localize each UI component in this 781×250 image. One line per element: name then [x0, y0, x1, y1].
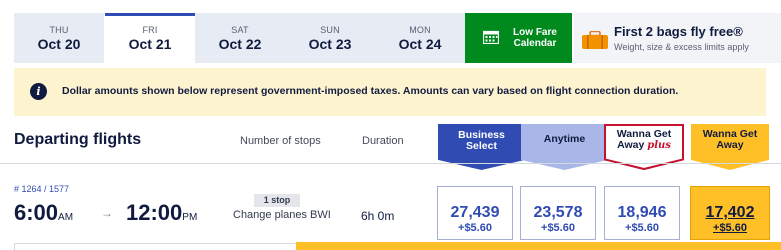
- fare-option-anytime[interactable]: 23,578 +$5.60: [520, 186, 596, 240]
- fare-header-wanna-line1: Wanna Get: [702, 128, 758, 140]
- date-tab-date: Oct 21: [128, 36, 172, 52]
- fare-header-business-line1: Business: [458, 129, 505, 141]
- flight-number[interactable]: # 1264 / 1577: [14, 184, 69, 194]
- date-tab-oct-22[interactable]: SAT Oct 22: [195, 13, 285, 63]
- date-tab-oct-21[interactable]: FRI Oct 21: [105, 13, 195, 63]
- fare-option-wanna-get-away[interactable]: 17,402 +$5.60: [690, 186, 770, 240]
- next-row-outline: [14, 243, 296, 250]
- fare-tax: +$5.60: [541, 222, 575, 234]
- stops-column-header[interactable]: Number of stops: [240, 135, 321, 147]
- fare-price: 18,946: [617, 204, 667, 221]
- fare-header-plus-logo: plus: [647, 140, 671, 151]
- fare-tax: +$5.60: [625, 222, 659, 234]
- fare-header-anytime-label: Anytime: [543, 133, 586, 145]
- fare-tax: +$5.60: [713, 222, 747, 234]
- depart-time-value: 6:00: [14, 200, 59, 225]
- flight-duration: 6h 0m: [361, 209, 395, 223]
- info-icon: i: [30, 83, 47, 100]
- fare-header-wanna-line2: Away: [716, 139, 744, 151]
- arrive-time-value: 12:00: [126, 200, 183, 225]
- date-tab-dow: FRI: [142, 25, 158, 35]
- date-tab-dow: SAT: [231, 25, 249, 35]
- calendar-icon: [483, 30, 499, 44]
- stops-badge[interactable]: 1 stop: [254, 194, 300, 207]
- bags-fly-free-promo[interactable]: First 2 bags fly free® Weight, size & ex…: [574, 13, 781, 63]
- date-tab-dow: MON: [409, 25, 431, 35]
- fare-price: 27,439: [450, 204, 500, 221]
- arrow-right-icon: →: [101, 206, 113, 220]
- arrive-time: 12:00PM: [126, 200, 197, 226]
- date-tab-date: Oct 24: [398, 36, 442, 52]
- page-title: Departing flights: [14, 131, 142, 148]
- banner-message: Dollar amounts shown below represent gov…: [62, 85, 679, 97]
- low-fare-line1: Low Fare: [513, 27, 557, 38]
- next-row-highlight: [296, 242, 781, 250]
- low-fare-line2: Calendar: [513, 38, 557, 49]
- date-tab-dow: THU: [49, 25, 69, 35]
- fare-header-wanna-plus-line1: Wanna Get: [616, 128, 672, 140]
- date-tab-date: Oct 20: [37, 36, 81, 52]
- luggage-icon: [582, 31, 608, 49]
- date-tab-dow: SUN: [320, 25, 340, 35]
- fare-header-wanna-plus-away: Away: [617, 139, 645, 151]
- fare-price: 17,402: [705, 204, 755, 221]
- bags-title: First 2 bags fly free®: [614, 24, 743, 39]
- low-fare-calendar-button[interactable]: Low Fare Calendar: [465, 13, 572, 63]
- duration-column-header[interactable]: Duration: [362, 135, 404, 147]
- fare-option-wanna-get-away-plus[interactable]: 18,946 +$5.60: [604, 186, 680, 240]
- date-tab-date: Oct 23: [308, 36, 352, 52]
- date-tab-oct-20[interactable]: THU Oct 20: [14, 13, 104, 63]
- header-divider: [0, 163, 781, 164]
- low-fare-label: Low Fare Calendar: [507, 27, 563, 49]
- fare-header-wanna-plus-line2: Away plus: [606, 139, 682, 152]
- fare-header-business-line2: Select: [466, 140, 497, 152]
- tax-info-banner: i Dollar amounts shown below represent g…: [14, 68, 766, 116]
- date-tab-date: Oct 22: [218, 36, 262, 52]
- fare-tax: +$5.60: [458, 222, 492, 234]
- fare-option-business-select[interactable]: 27,439 +$5.60: [437, 186, 513, 240]
- depart-time: 6:00AM: [14, 200, 73, 226]
- depart-ampm: AM: [58, 212, 74, 223]
- fare-price: 23,578: [533, 204, 583, 221]
- date-tab-oct-24[interactable]: MON Oct 24: [375, 13, 465, 63]
- bags-subtitle: Weight, size & excess limits apply: [614, 42, 749, 52]
- date-tab-oct-23[interactable]: SUN Oct 23: [285, 13, 375, 63]
- arrive-ampm: PM: [182, 212, 198, 223]
- stops-detail: Change planes BWI: [233, 209, 331, 221]
